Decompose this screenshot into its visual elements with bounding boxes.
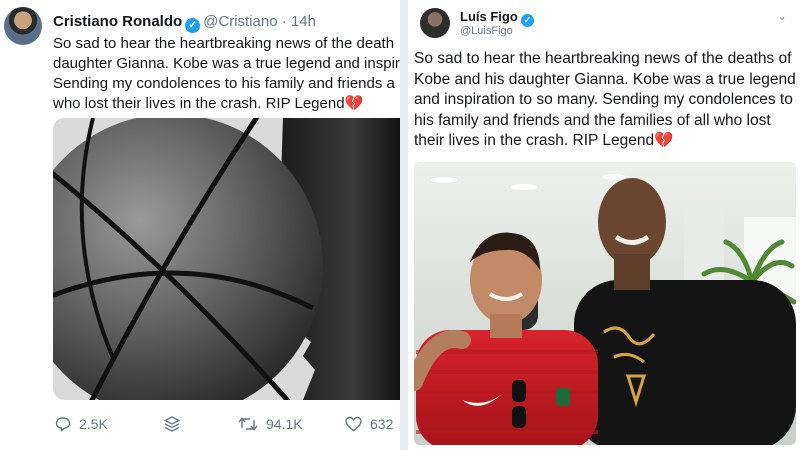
tweet-text: So sad to hear the heartbreaking news of…	[53, 34, 400, 114]
share-stack-button[interactable]	[163, 413, 181, 435]
tweet-text-line: who lost their lives in the crash. RIP L…	[53, 94, 400, 114]
tweet-text-line: his family and friends and the families …	[414, 111, 771, 129]
tweet-header: Cristiano Ronaldo ✓ @Cristiano · 14h	[53, 13, 316, 33]
tweet-cristiano: Cristiano Ronaldo ✓ @Cristiano · 14h So sa…	[0, 0, 400, 450]
panel-divider	[400, 0, 408, 450]
tweet-text-line: and inspiration to so many. Sending my c…	[414, 91, 793, 108]
like-count: 632	[370, 416, 394, 432]
tweet-text-line: Kobe and his daughter Gianna. Kobe was a…	[414, 70, 796, 88]
tweet-figo: Luís Figo ✓ @LuisFigo ⌄ So sad to hear th…	[408, 0, 800, 450]
verified-badge-icon: ✓	[520, 14, 534, 27]
tweet-text: So sad to hear the heartbreaking news of…	[414, 49, 798, 152]
tweet-text-line: Sending my condolences to his family and…	[53, 75, 395, 92]
broken-heart-emoji: 💔	[654, 132, 674, 149]
separator: ·	[281, 13, 287, 30]
chevron-down-icon[interactable]: ⌄	[777, 9, 787, 23]
tweet-text-line: daughter Gianna. Kobe was a true legend …	[53, 55, 400, 72]
heart-icon	[345, 416, 362, 432]
timestamp[interactable]: 14h	[291, 13, 316, 30]
author-handle[interactable]: @Cristiano	[203, 13, 277, 30]
tweet-text-line: So sad to hear the heartbreaking news of…	[53, 35, 395, 52]
author-name[interactable]: Cristiano Ronaldo	[53, 13, 182, 30]
tweet-text-line: So sad to hear the heartbreaking news of…	[414, 50, 792, 67]
broken-heart-emoji: 💔	[344, 95, 364, 112]
avatar[interactable]	[420, 8, 450, 38]
like-button[interactable]: 632	[345, 413, 393, 435]
tweet-media-photo[interactable]	[53, 118, 400, 400]
tweet-actions: 2.5K 94.1K 632	[53, 413, 400, 435]
reply-count: 2.5K	[79, 416, 108, 432]
retweet-button[interactable]: 94.1K	[238, 413, 303, 435]
verified-badge-icon: ✓	[185, 18, 201, 33]
share-stack-icon	[163, 416, 181, 432]
tweet-text-line: their lives in the crash. RIP Legend💔	[414, 131, 798, 152]
tweet-media-photo[interactable]	[414, 162, 796, 445]
author-name[interactable]: Luís Figo	[460, 9, 518, 24]
reply-button[interactable]: 2.5K	[55, 413, 108, 435]
basketball-photo	[53, 118, 400, 400]
two-men-photo	[414, 162, 796, 445]
reply-icon	[55, 417, 71, 432]
avatar[interactable]	[4, 7, 42, 45]
retweet-icon	[238, 417, 258, 431]
author-handle[interactable]: @LuisFigo	[460, 25, 513, 38]
retweet-count: 94.1K	[266, 416, 303, 432]
tweet-text-line-content: their lives in the crash. RIP Legend	[414, 132, 655, 149]
tweet-text-line-content: who lost their lives in the crash. RIP L…	[53, 95, 345, 112]
